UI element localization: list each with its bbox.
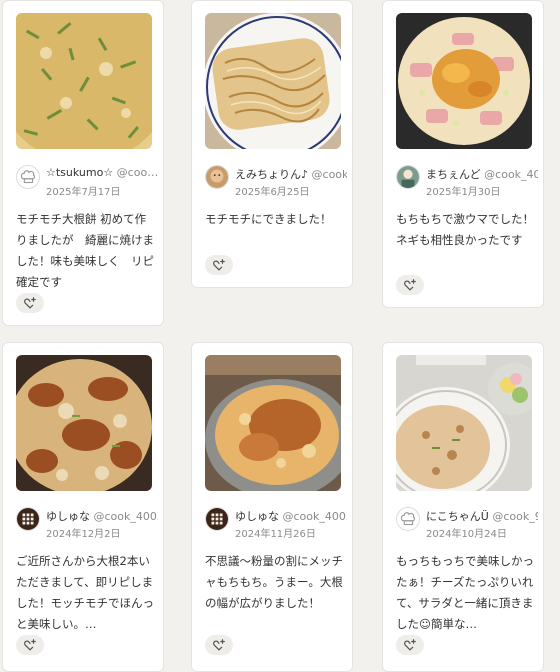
comment-date: 2025年6月25日 [235, 187, 310, 198]
dish-photo-image [396, 13, 532, 149]
user-handle: @cook_406… [484, 168, 538, 181]
user-display-name[interactable]: ゆしゅな [46, 510, 90, 523]
user-display-name[interactable]: ☆tsukumo☆ [46, 166, 113, 179]
heart-plus-icon [24, 639, 36, 651]
user-handle: @cook… [311, 168, 347, 181]
dish-photo-image [396, 355, 532, 491]
like-button[interactable] [396, 635, 424, 655]
comment-text: もっちもっちで美味しかったぁ！チーズたっぷりいれて、サラダと一緒に頂きました☺簡… [396, 554, 534, 631]
user-display-name[interactable]: まちぇんど [426, 168, 481, 181]
user-handle: @cook_4003… [93, 510, 158, 523]
user-name[interactable]: にこちゃんÜ @cook_9… [426, 508, 538, 524]
comment-text: モチモチ大根餅 初めて作りましたが 綺麗に焼けました！味も美味しく リピ確定です [16, 212, 154, 289]
chef-hat-icon[interactable] [16, 165, 40, 189]
heart-plus-icon [213, 639, 225, 651]
like-button[interactable] [396, 275, 424, 295]
heart-plus-icon [24, 297, 36, 309]
user-name[interactable]: まちぇんど @cook_406… [426, 166, 538, 182]
dish-photo-image [205, 355, 341, 491]
user-row[interactable]: ☆tsukumo☆ @coo… 2025年7月17日 [16, 165, 158, 201]
dish-photo-image [16, 13, 152, 149]
heart-plus-icon [213, 259, 225, 271]
comment-card[interactable]: ☆tsukumo☆ @coo… 2025年7月17日 モチモチ大根餅 初めて作り… [2, 0, 164, 326]
comment-text: モチモチにできました！ [205, 212, 332, 226]
comment-card[interactable]: まちぇんど @cook_406… 2025年1月30日 もちもちで激ウマでした！… [382, 0, 544, 308]
dish-photo[interactable] [396, 355, 532, 491]
grid-logo-avatar[interactable] [16, 507, 40, 531]
user-display-name[interactable]: えみちょりん♪ [235, 168, 308, 181]
user-row[interactable]: えみちょりん♪ @cook… 2025年6月25日 [205, 165, 347, 201]
comment-card[interactable]: にこちゃんÜ @cook_9… 2024年10月24日 もっちもっちで美味しかっ… [382, 342, 544, 672]
user-row[interactable]: ゆしゅな @cook_4003… 2024年12月2日 [16, 507, 158, 543]
user-row[interactable]: にこちゃんÜ @cook_9… 2024年10月24日 [396, 507, 538, 543]
dish-photo-image [205, 13, 341, 149]
dish-photo[interactable] [205, 13, 341, 149]
dish-photo[interactable] [396, 13, 532, 149]
dish-photo[interactable] [16, 355, 152, 491]
user-photo-avatar[interactable] [205, 165, 229, 189]
user-handle: @cook_9… [492, 510, 538, 523]
user-photo-avatar[interactable] [396, 165, 420, 189]
like-button[interactable] [16, 635, 44, 655]
like-button[interactable] [205, 635, 233, 655]
user-handle: @cook_4003… [282, 510, 347, 523]
user-name[interactable]: ゆしゅな @cook_4003… [46, 508, 158, 524]
comment-card[interactable]: ゆしゅな @cook_4003… 2024年11月26日 不思議〜粉量の割にメッ… [191, 342, 353, 672]
heart-plus-icon [404, 279, 416, 291]
dish-photo[interactable] [205, 355, 341, 491]
comment-date: 2024年12月2日 [46, 529, 121, 540]
grid-logo-avatar[interactable] [205, 507, 229, 531]
user-display-name[interactable]: にこちゃんÜ [426, 510, 489, 523]
comment-card[interactable]: ゆしゅな @cook_4003… 2024年12月2日 ご近所さんから大根2本い… [2, 342, 164, 672]
user-row[interactable]: ゆしゅな @cook_4003… 2024年11月26日 [205, 507, 347, 543]
comment-date: 2024年10月24日 [426, 529, 507, 540]
user-name[interactable]: えみちょりん♪ @cook… [235, 166, 347, 182]
heart-plus-icon [404, 639, 416, 651]
chef-hat-icon[interactable] [396, 507, 420, 531]
like-button[interactable] [16, 293, 44, 313]
user-handle: @coo… [113, 166, 158, 179]
user-name[interactable]: ☆tsukumo☆ @coo… [46, 166, 158, 179]
comment-date: 2024年11月26日 [235, 529, 316, 540]
user-display-name[interactable]: ゆしゅな [235, 510, 279, 523]
user-row[interactable]: まちぇんど @cook_406… 2025年1月30日 [396, 165, 538, 201]
comment-text: ご近所さんから大根2本いただきまして、即リピしました！モッチモチでほんっと美味し… [16, 554, 154, 631]
dish-photo[interactable] [16, 13, 152, 149]
like-button[interactable] [205, 255, 233, 275]
comment-card[interactable]: えみちょりん♪ @cook… 2025年6月25日 モチモチにできました！ [191, 0, 353, 288]
comment-date: 2025年7月17日 [46, 187, 121, 198]
dish-photo-image [16, 355, 152, 491]
comment-date: 2025年1月30日 [426, 187, 501, 198]
user-name[interactable]: ゆしゅな @cook_4003… [235, 508, 347, 524]
comment-text: もちもちで激ウマでした！ネギも相性良かったです [396, 212, 534, 247]
comment-text: 不思議〜粉量の割にメッチャもちもち。うまー。大根の幅が広がりました！ [205, 554, 343, 610]
